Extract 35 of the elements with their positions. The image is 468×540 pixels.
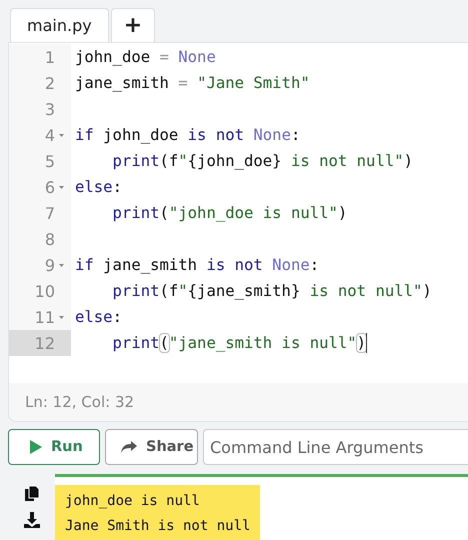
code-line: print("jane_smith is null")	[112, 333, 366, 354]
download-icon[interactable]	[24, 512, 40, 528]
arguments-field[interactable]: Command Line Arguments	[203, 429, 468, 465]
text-cursor	[366, 333, 368, 353]
line-number: 10	[34, 282, 55, 300]
line-number: 1	[44, 48, 55, 66]
output-line: john_doe is null	[65, 492, 201, 511]
cursor-position: Ln: 12, Col: 32	[24, 392, 136, 413]
code-line: else:	[74, 177, 122, 198]
copy-icon[interactable]	[24, 486, 38, 502]
line-number: 4	[44, 126, 55, 144]
line-number: 8	[44, 230, 55, 248]
line-number: 2	[44, 74, 55, 92]
new-tab-button[interactable]: +	[110, 8, 156, 42]
code-line: else:	[74, 307, 122, 328]
line-number: 12	[34, 334, 55, 352]
share-button[interactable]: Share	[105, 429, 198, 465]
code-line: print(f"{jane_smith} is not null")	[112, 281, 432, 302]
line-number: 7	[44, 204, 55, 222]
code-line: jane_smith = "Jane Smith"	[74, 73, 310, 94]
file-tab[interactable]: main.py	[10, 8, 109, 42]
output-line: Jane Smith is not null	[65, 517, 250, 536]
code-line: if john_doe is not None:	[74, 125, 300, 146]
code-line: print("john_doe is null")	[112, 203, 348, 224]
line-number: 11	[34, 308, 55, 326]
code-line: print(f"{john_doe} is not null")	[112, 151, 414, 172]
play-icon	[29, 439, 43, 455]
share-arrow-icon	[120, 440, 138, 454]
line-number: 9	[44, 256, 55, 274]
code-line: john_doe = None	[74, 47, 216, 68]
line-number: 3	[44, 100, 55, 118]
code-line: if jane_smith is not None:	[74, 255, 320, 276]
line-number: 6	[44, 178, 55, 196]
run-button[interactable]: Run	[8, 429, 100, 465]
line-number: 5	[44, 152, 55, 170]
